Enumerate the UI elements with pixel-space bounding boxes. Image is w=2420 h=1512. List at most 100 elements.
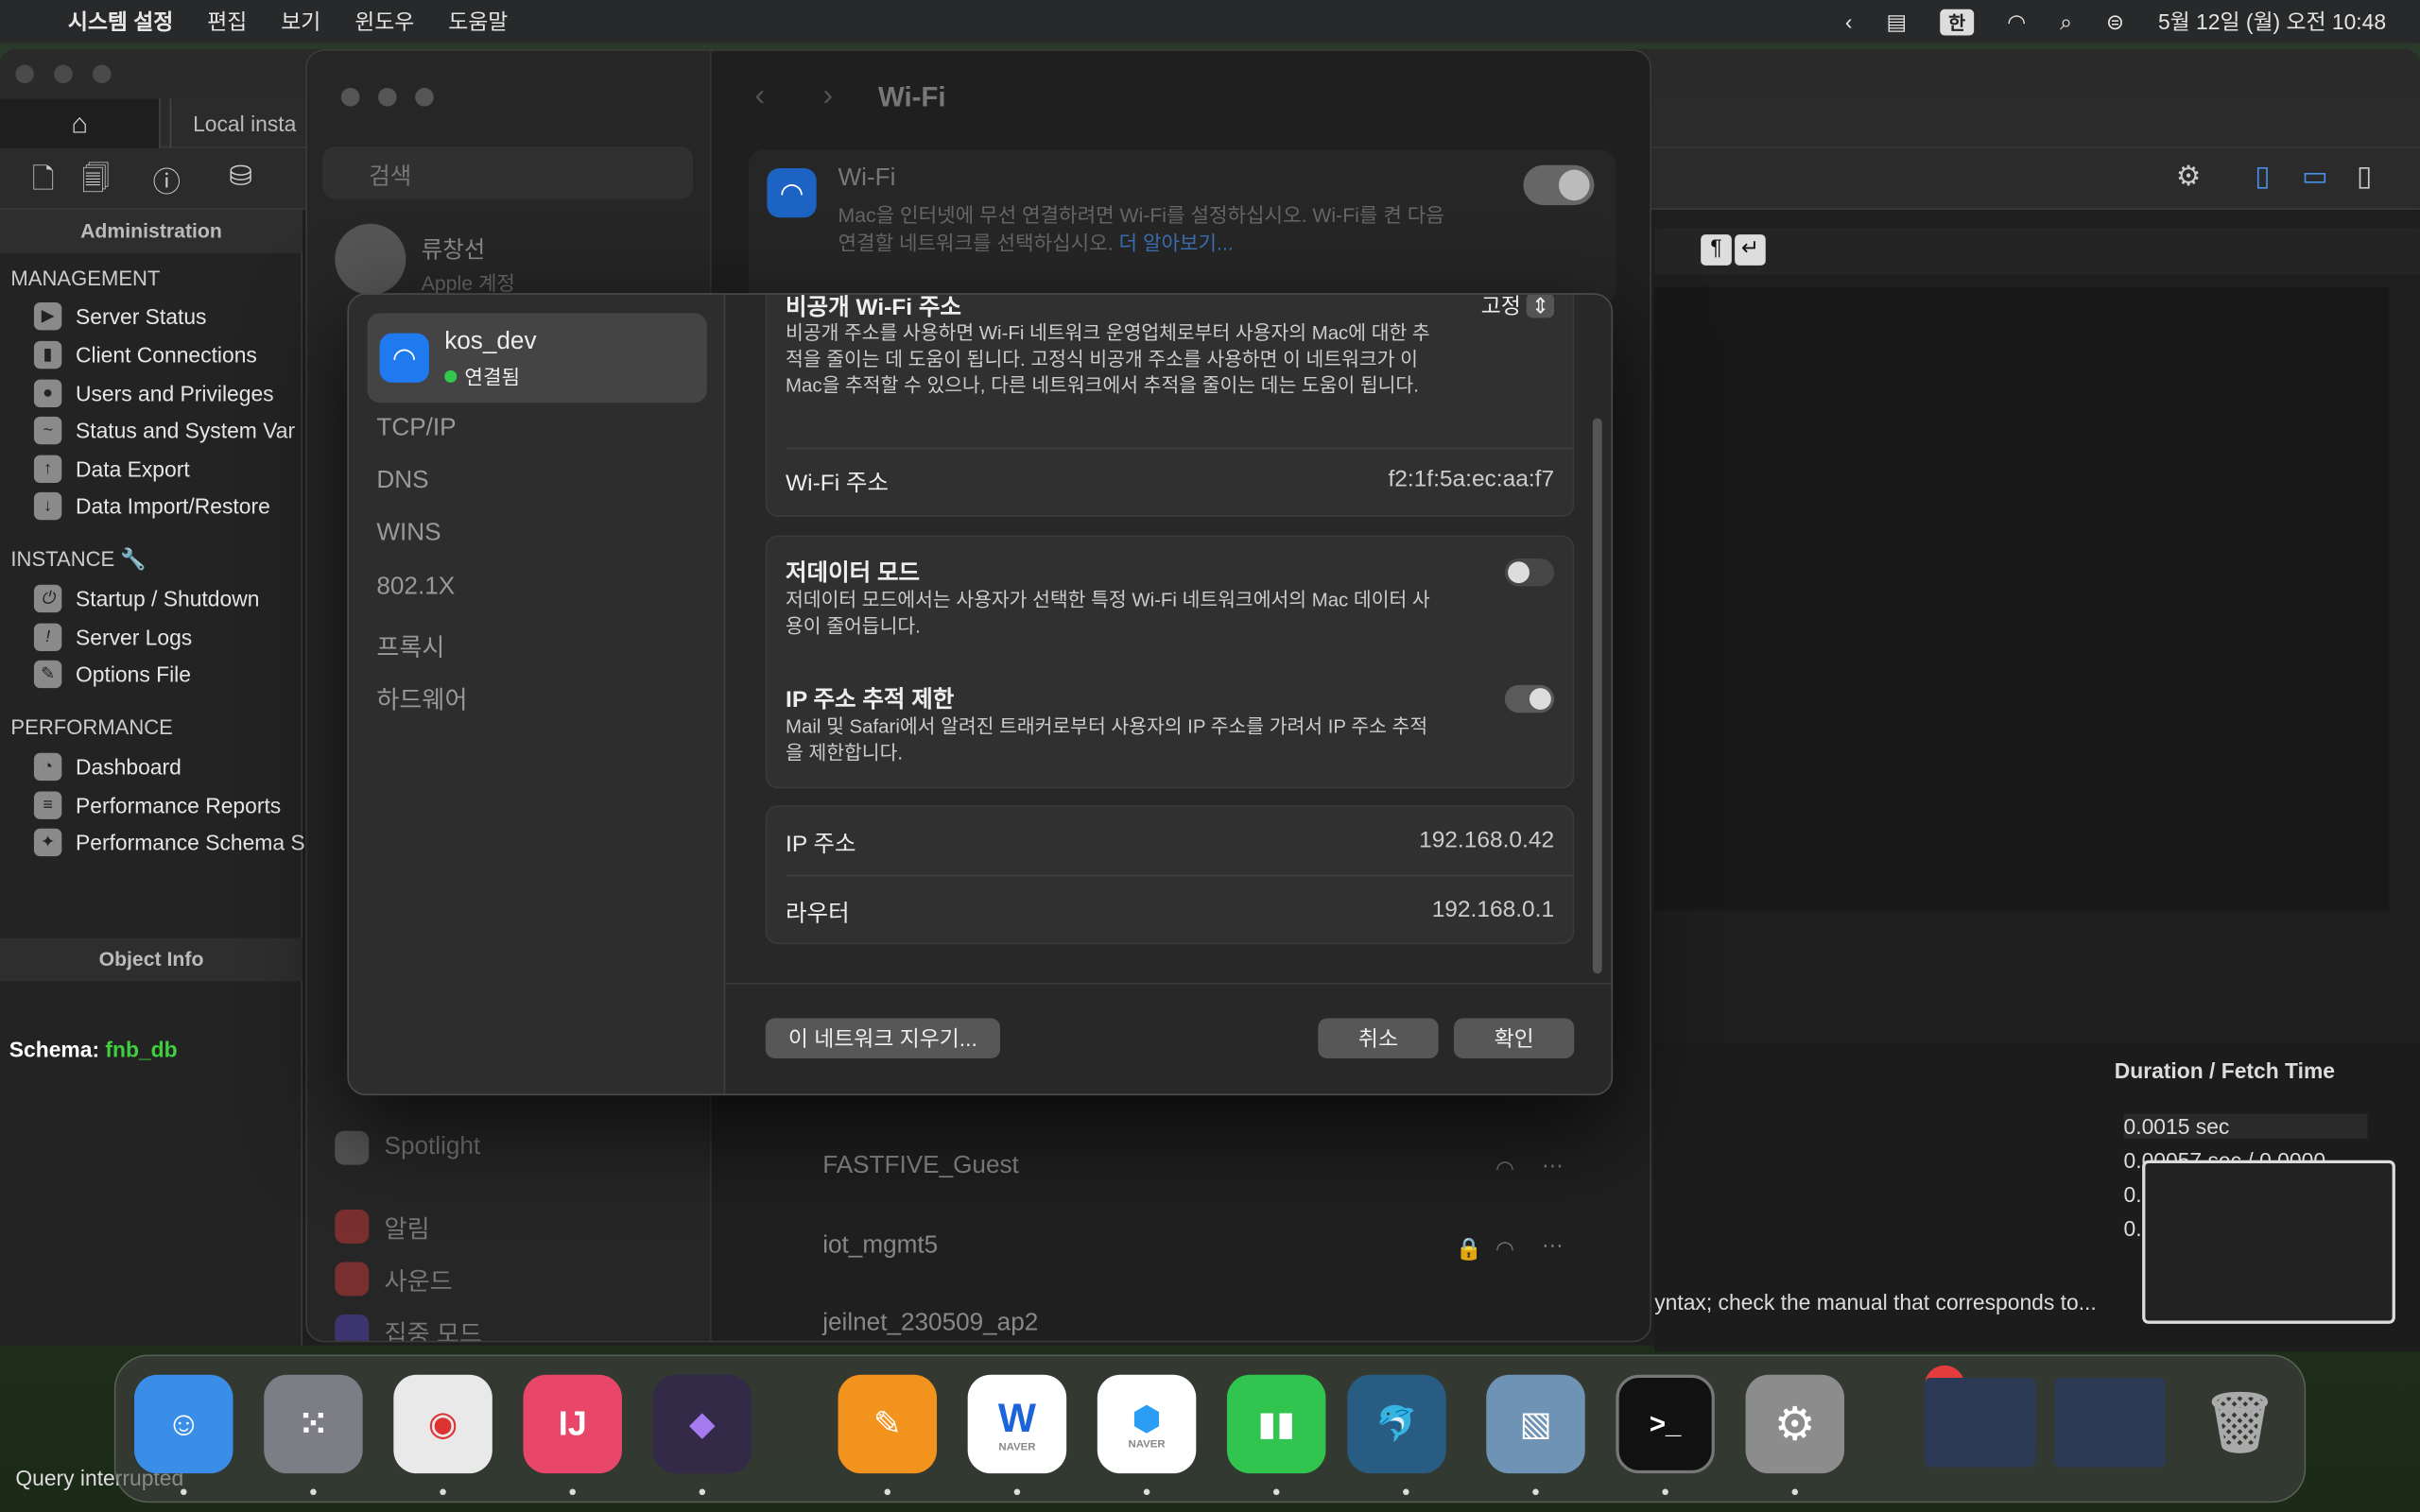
- wifi-icon[interactable]: ◠: [2007, 9, 2026, 35]
- private-address-select[interactable]: 고정 ⇕: [1481, 294, 1555, 321]
- zoom-button[interactable]: [92, 64, 112, 84]
- naver-whale-icon[interactable]: W NAVER: [967, 1374, 1067, 1474]
- mysql-workbench-icon[interactable]: 🐬: [1347, 1374, 1446, 1474]
- gauge-icon: ◔: [33, 752, 62, 782]
- nav-status-variables[interactable]: ~ Status and System Var: [33, 416, 295, 445]
- running-indicator: [1013, 1488, 1021, 1496]
- tab-8021x[interactable]: 802.1X: [376, 574, 455, 601]
- intellij-icon[interactable]: IJ: [523, 1374, 622, 1474]
- inspector-icon[interactable]: ⓘ: [148, 161, 185, 198]
- avatar[interactable]: [335, 223, 406, 295]
- system-settings-icon[interactable]: ⚙: [1745, 1374, 1845, 1474]
- nav-options-file[interactable]: ✎ Options File: [33, 660, 191, 689]
- home-tab[interactable]: ⌂: [0, 98, 161, 148]
- duration-column-header[interactable]: Duration / Fetch Time: [2115, 1058, 2420, 1102]
- settings-search-input[interactable]: 검색: [322, 146, 694, 199]
- tab-dns[interactable]: DNS: [376, 468, 428, 495]
- network-fastfive[interactable]: FASTFIVE_Guest: [822, 1153, 1019, 1180]
- obsidian-icon[interactable]: ◆: [652, 1374, 752, 1474]
- window-thumbnail[interactable]: [2054, 1377, 2166, 1468]
- learn-more-link[interactable]: 더 알아보기...: [1119, 232, 1234, 254]
- nav-client-connections[interactable]: ▮ Client Connections: [33, 340, 257, 369]
- more-icon[interactable]: ⋯: [1542, 1232, 1564, 1259]
- nav-performance-schema[interactable]: ✦ Performance Schema S: [33, 828, 305, 857]
- cancel-button[interactable]: 취소: [1318, 1018, 1439, 1058]
- toggle-sidebar-icon[interactable]: ▯: [2244, 161, 2281, 198]
- menu-window[interactable]: 윈도우: [354, 7, 414, 38]
- close-button[interactable]: [15, 64, 34, 84]
- ip-tracking-toggle[interactable]: [1504, 684, 1555, 713]
- nav-performance-reports[interactable]: ≡ Performance Reports: [33, 791, 281, 819]
- sidebar-item-focus[interactable]: 집중 모드: [335, 1313, 482, 1341]
- low-data-toggle[interactable]: [1504, 558, 1555, 587]
- scrollbar[interactable]: [1592, 418, 1602, 974]
- minimize-button[interactable]: [54, 64, 73, 84]
- settings-gear-icon[interactable]: ⚙: [2170, 161, 2207, 198]
- sidebar-item-notifications[interactable]: 알림: [335, 1208, 430, 1245]
- menu-view[interactable]: 보기: [281, 7, 320, 38]
- nav-users-privileges[interactable]: ● Users and Privileges: [33, 379, 274, 408]
- schema-info: Schema: fnb_db: [9, 1037, 178, 1062]
- open-sql-file-icon[interactable]: 🗐: [78, 161, 114, 198]
- terminal-icon[interactable]: >_: [1616, 1374, 1715, 1474]
- numbers-icon[interactable]: ▮▮: [1226, 1374, 1326, 1474]
- wifi-icon: ◠: [379, 333, 429, 383]
- forward-icon[interactable]: ›: [822, 78, 833, 114]
- menu-help[interactable]: 도움말: [448, 7, 508, 38]
- tab-hardware[interactable]: 하드웨어: [376, 679, 467, 715]
- menu-edit[interactable]: 편집: [207, 7, 247, 38]
- tab-tcpip[interactable]: TCP/IP: [376, 415, 456, 442]
- back-icon[interactable]: ‹: [754, 78, 765, 114]
- connection-tab[interactable]: Local insta: [169, 98, 309, 148]
- toggle-output-icon[interactable]: ▭: [2296, 161, 2333, 198]
- chrome-icon[interactable]: ◉: [393, 1374, 493, 1474]
- wifi-toggle[interactable]: [1523, 164, 1595, 206]
- preview-icon[interactable]: ▧: [1486, 1374, 1585, 1474]
- pages-icon[interactable]: ✎: [838, 1374, 938, 1474]
- word-wrap-icon[interactable]: ↵: [1735, 234, 1766, 266]
- new-sql-tab-icon[interactable]: 🗋: [25, 161, 61, 198]
- network-details-dialog: ◠ kos_dev 연결됨 TCP/IP DNS WINS 802.1X 프록시…: [347, 293, 1614, 1096]
- window-thumbnail[interactable]: [1924, 1377, 2036, 1468]
- chevron-left-icon[interactable]: ‹: [1845, 9, 1853, 34]
- user-icon: ●: [33, 379, 62, 408]
- tab-proxy[interactable]: 프록시: [376, 627, 444, 663]
- toggle-secondary-sidebar-icon[interactable]: ▯: [2346, 161, 2383, 198]
- nav-dashboard[interactable]: ◔ Dashboard: [33, 752, 182, 782]
- nav-data-import[interactable]: ↓ Data Import/Restore: [33, 491, 270, 521]
- nav-data-export[interactable]: ↑ Data Export: [33, 455, 190, 484]
- ok-button[interactable]: 확인: [1453, 1018, 1575, 1058]
- administration-header[interactable]: Administration: [0, 210, 302, 253]
- tab-wins[interactable]: WINS: [376, 520, 441, 547]
- screenshot-thumbnail[interactable]: [2142, 1160, 2395, 1324]
- finder-icon[interactable]: ☺: [134, 1374, 233, 1474]
- zoom-button[interactable]: [415, 88, 434, 107]
- launchpad-icon[interactable]: ⁙: [264, 1374, 363, 1474]
- sidebar-item-spotlight[interactable]: Spotlight: [335, 1130, 480, 1165]
- nav-server-logs[interactable]: ! Server Logs: [33, 623, 192, 651]
- input-method-indicator[interactable]: 한: [1941, 8, 1974, 35]
- display-icon[interactable]: ▤: [1886, 9, 1907, 35]
- private-address-card: 비공개 Wi-Fi 주소 고정 ⇕ 비공개 주소를 사용하면 Wi-Fi 네트워…: [765, 294, 1575, 517]
- sql-editor[interactable]: [1654, 286, 2390, 911]
- forget-network-button[interactable]: 이 네트워크 지우기...: [765, 1018, 1000, 1058]
- menu-clock[interactable]: 5월 12일 (월) 오전 10:48: [2158, 7, 2386, 38]
- nav-startup-shutdown[interactable]: ⏻ Startup / Shutdown: [33, 584, 259, 613]
- search-icon[interactable]: ⌕: [2060, 9, 2072, 35]
- naver-works-icon[interactable]: ⬢ NAVER: [1097, 1374, 1197, 1474]
- menu-app-name[interactable]: 시스템 설정: [68, 7, 174, 38]
- selected-network[interactable]: ◠ kos_dev 연결됨: [367, 313, 707, 404]
- more-icon[interactable]: ⋯: [1542, 1153, 1564, 1179]
- nav-server-status[interactable]: ▶ Server Status: [33, 301, 206, 331]
- minimize-button[interactable]: [377, 88, 397, 107]
- trash-icon[interactable]: 🗑: [2190, 1375, 2289, 1473]
- network-jeilnet[interactable]: jeilnet_230509_ap2: [822, 1310, 1038, 1337]
- sidebar-item-sound[interactable]: 사운드: [335, 1261, 453, 1297]
- control-center-icon[interactable]: ⊜: [2106, 9, 2124, 35]
- running-indicator: [699, 1488, 706, 1496]
- network-iot[interactable]: iot_mgmt5: [822, 1232, 938, 1260]
- create-schema-icon[interactable]: ⛁: [222, 161, 259, 198]
- object-info-header[interactable]: Object Info: [0, 937, 302, 982]
- invisible-chars-icon[interactable]: ¶: [1701, 234, 1732, 266]
- close-button[interactable]: [340, 88, 360, 107]
